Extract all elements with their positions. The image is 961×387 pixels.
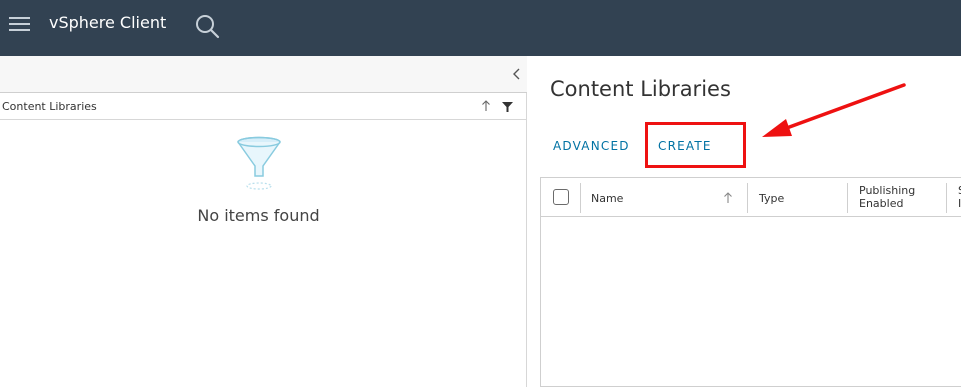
empty-funnel-icon bbox=[237, 136, 281, 190]
app-title: vSphere Client bbox=[49, 13, 167, 32]
inventory-tree-panel: Content Libraries No items found bbox=[0, 56, 527, 387]
select-all-checkbox[interactable] bbox=[553, 189, 569, 205]
advanced-button[interactable]: ADVANCED bbox=[553, 139, 630, 153]
column-header-line: Publishing bbox=[859, 184, 916, 197]
column-separator bbox=[747, 183, 748, 213]
content-libraries-datagrid: Name Type Publishing Enabled S I bbox=[540, 177, 961, 387]
empty-state-message: No items found bbox=[197, 206, 320, 225]
tree-header: Content Libraries bbox=[0, 95, 527, 120]
create-highlight-box bbox=[645, 122, 746, 168]
content-libraries-view: Content Libraries ADVANCED CREATE Name T… bbox=[528, 56, 961, 387]
top-header: vSphere Client bbox=[0, 0, 961, 56]
column-header-name[interactable]: Name bbox=[591, 192, 623, 205]
column-separator bbox=[946, 183, 947, 213]
chevron-left-icon[interactable] bbox=[511, 66, 523, 82]
panel-collapse-bar bbox=[0, 56, 527, 93]
sort-arrow-up-icon[interactable] bbox=[481, 100, 491, 112]
filter-icon[interactable] bbox=[502, 102, 513, 112]
column-separator bbox=[580, 183, 581, 213]
page-title: Content Libraries bbox=[550, 77, 731, 101]
sort-arrow-up-icon[interactable] bbox=[723, 192, 733, 204]
search-icon[interactable] bbox=[194, 13, 220, 39]
column-header-line: Enabled bbox=[859, 197, 904, 210]
column-header-publishing-enabled[interactable]: Publishing Enabled bbox=[859, 184, 915, 210]
column-header-type[interactable]: Type bbox=[759, 192, 784, 205]
tree-title: Content Libraries bbox=[2, 100, 97, 113]
datagrid-header: Name Type Publishing Enabled S I bbox=[541, 178, 961, 217]
column-separator bbox=[847, 183, 848, 213]
hamburger-menu-icon[interactable] bbox=[9, 15, 30, 33]
annotation-arrow-icon bbox=[762, 83, 906, 137]
